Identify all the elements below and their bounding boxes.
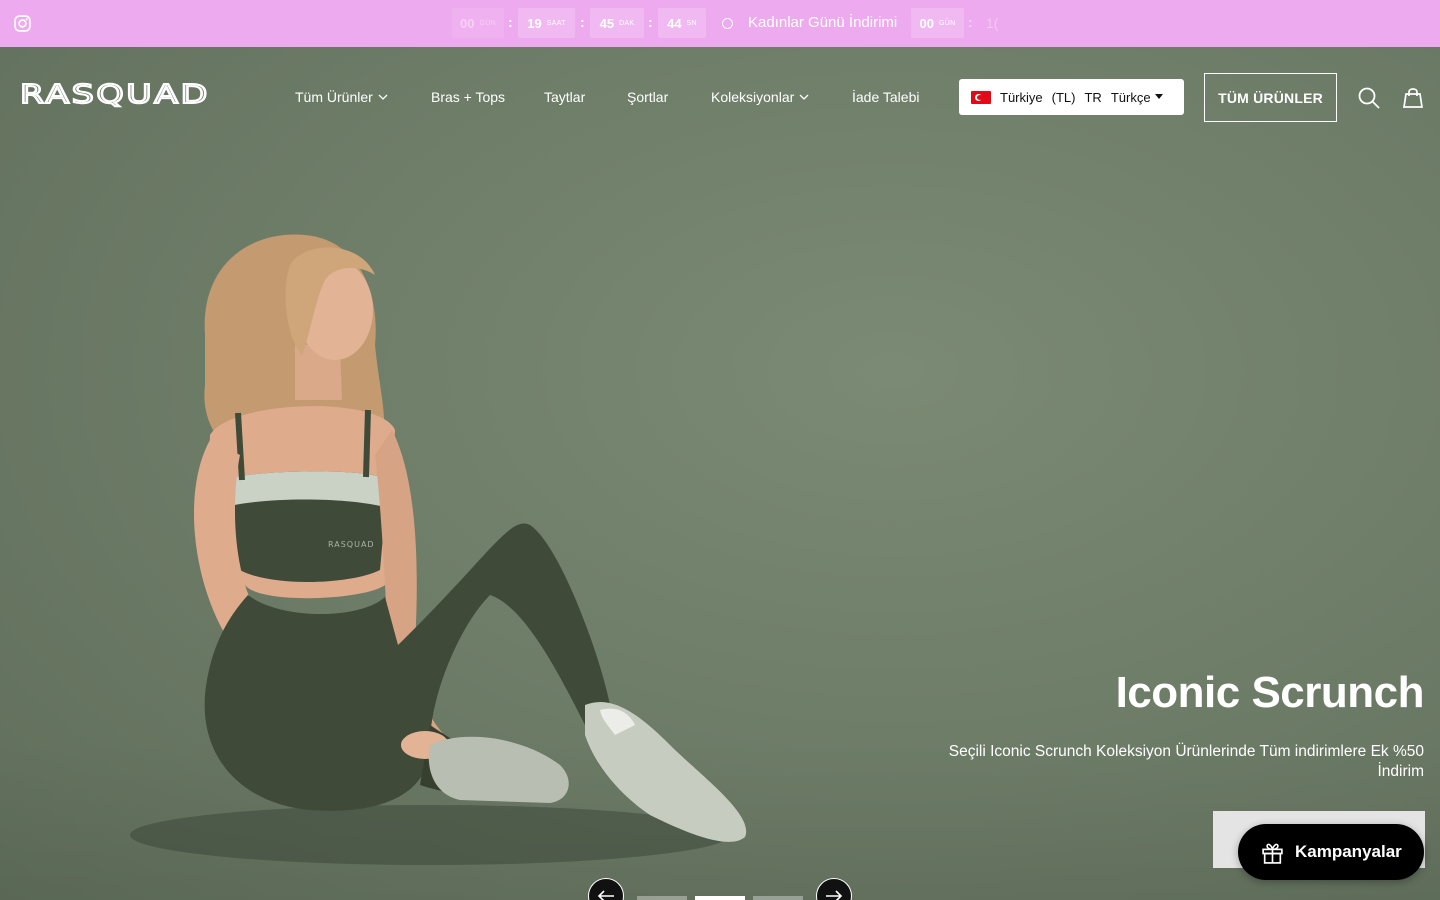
sun-icon (722, 18, 733, 29)
countdown-days-repeat-value: 00 (919, 15, 934, 31)
campaigns-label: Kampanyalar (1295, 842, 1402, 861)
nav-item-bras-tops[interactable]: Bras + Tops (431, 86, 505, 108)
hero-subtitle: Seçili Iconic Scrunch Koleksiyon Ürünler… (948, 743, 1424, 780)
slider-dot[interactable] (753, 896, 803, 900)
announcement-bar: 00 GÜN : 19 SAAT : 45 DAK : 44 SN Kadınl… (0, 0, 1440, 47)
campaigns-button[interactable]: Kampanyalar (1238, 824, 1424, 880)
hero-title: Iconic Scrunch (1115, 668, 1425, 717)
countdown-minutes-unit: DAK (619, 19, 635, 27)
marquee-trail-text: 1( (986, 15, 999, 31)
slider-dot-active[interactable] (695, 896, 745, 900)
hero-model-image: RASQUAD (130, 234, 747, 865)
turkey-flag-icon (971, 90, 991, 104)
countdown-days-value: 00 (460, 15, 475, 31)
countdown-minutes: 45 DAK (590, 8, 644, 38)
caret-down-icon (1155, 94, 1163, 99)
locale-currency: (TL) (1051, 89, 1076, 105)
announcement-marquee: 00 GÜN : 19 SAAT : 45 DAK : 44 SN Kadınl… (0, 0, 1440, 47)
countdown-seconds-value: 44 (667, 15, 682, 31)
countdown-seconds: 44 SN (658, 8, 706, 38)
nav-item-label: Tüm Ürünler (295, 89, 373, 105)
locale-lang-code: TR (1084, 89, 1102, 105)
rasquad-logo[interactable]: RASQUAD (20, 80, 212, 108)
search-icon[interactable] (1357, 86, 1381, 110)
countdown-days-repeat-unit: GÜN (939, 19, 956, 27)
nav-item-label: Koleksiyonlar (711, 89, 795, 105)
countdown-hours-unit: SAAT (546, 19, 566, 27)
arrow-right-icon (826, 890, 843, 900)
nav-item-label: Taytlar (544, 89, 586, 105)
nav-item-all-products[interactable]: Tüm Ürünler (295, 86, 388, 108)
countdown-separator: : (580, 14, 585, 30)
countdown-separator: : (508, 14, 513, 30)
nav-item-shorts[interactable]: Şortlar (627, 86, 668, 108)
countdown-separator: : (648, 14, 653, 30)
logo-wordmark: RASQUAD (20, 80, 210, 108)
nav-item-leggings[interactable]: Taytlar (544, 86, 585, 108)
countdown-hours-value: 19 (527, 15, 542, 31)
nav-item-label: Bras + Tops (431, 89, 506, 105)
nav-item-collections[interactable]: Koleksiyonlar (711, 86, 809, 108)
nav-item-label: İade Talebi (852, 89, 920, 105)
countdown-seconds-unit: SN (686, 19, 697, 27)
bra-brand-print: RASQUAD (328, 540, 375, 549)
gift-icon (1262, 843, 1283, 864)
all-products-button[interactable]: TÜM ÜRÜNLER (1204, 73, 1337, 122)
shopping-bag-icon[interactable] (1401, 86, 1425, 110)
countdown-minutes-value: 45 (599, 15, 615, 31)
promo-text: Kadınlar Günü İndirimi (748, 14, 898, 31)
chevron-down-icon (378, 94, 388, 100)
countdown-days-unit: GÜN (479, 19, 496, 27)
countdown-days-repeat: 00 GÜN (911, 8, 964, 38)
arrow-left-icon (597, 890, 614, 900)
countdown-hours: 19 SAAT (518, 8, 575, 38)
chevron-down-icon (799, 94, 809, 100)
nav-item-label: Şortlar (627, 89, 669, 105)
nav-item-return-request[interactable]: İade Talebi (852, 86, 919, 108)
countdown-days: 00 GÜN (452, 8, 504, 38)
locale-country: Türkiye (1000, 89, 1043, 105)
countdown-separator: : (968, 14, 973, 30)
locale-selector[interactable]: Türkiye (TL) TR Türkçe (959, 79, 1184, 115)
locale-language: Türkçe (1110, 89, 1151, 105)
slider-dot[interactable] (637, 896, 687, 900)
